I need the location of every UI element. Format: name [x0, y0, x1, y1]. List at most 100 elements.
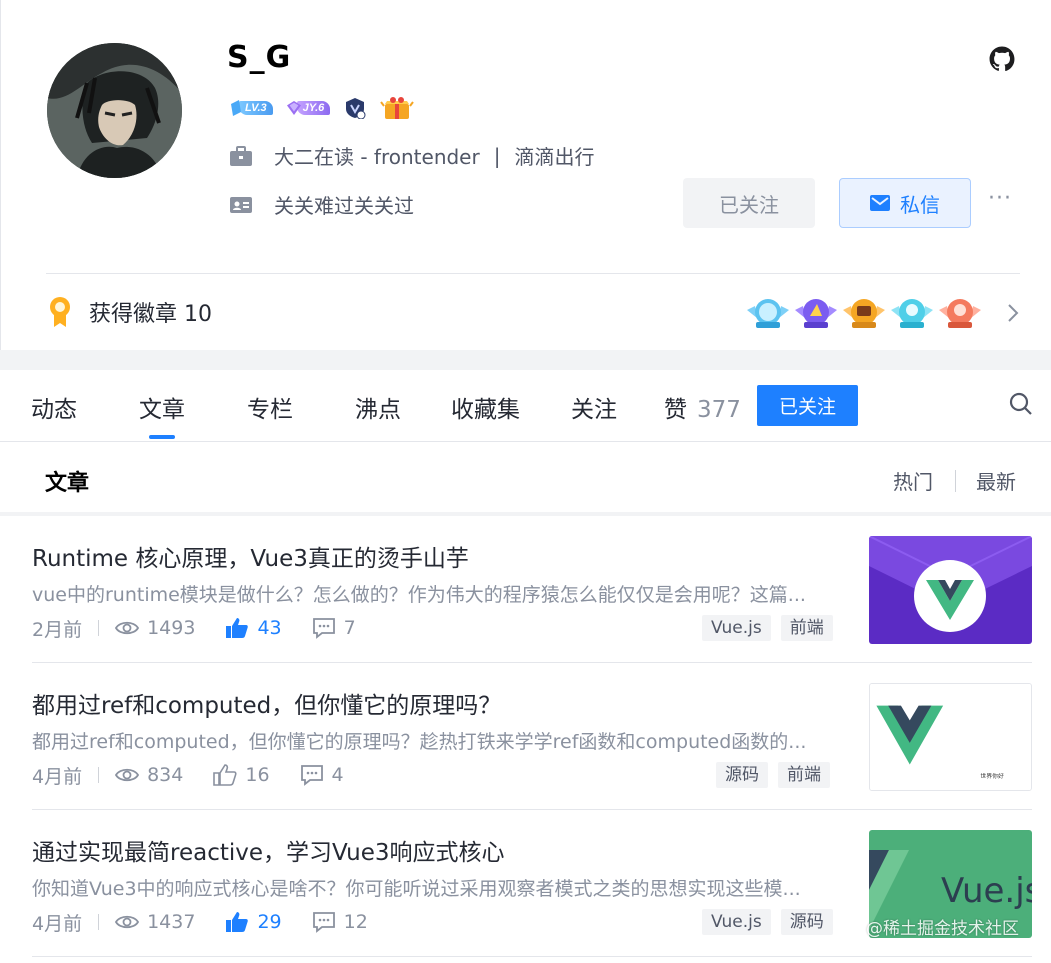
article-tag[interactable]: Vue.js [702, 615, 771, 641]
tab-articles[interactable]: 文章 [139, 390, 185, 424]
jy-badge-label: JY.6 [296, 101, 331, 115]
list-header: 文章 热门 最新 [0, 442, 1051, 514]
badge-icon [747, 299, 789, 328]
thumbnail-caption: 世界你好 [980, 772, 1004, 780]
like-count-value: 16 [245, 764, 270, 786]
article-title[interactable]: 都用过ref和computed，但你懂它的原理吗？ [32, 686, 501, 720]
tab-likes-count: 377 [697, 397, 741, 423]
divider [46, 273, 1020, 274]
tab-likes-label: 赞 [664, 397, 687, 423]
comment-count[interactable]: 12 [312, 911, 368, 933]
article-item[interactable]: 都用过ref和computed，但你懂它的原理吗？ 都用过ref和compute… [0, 663, 1051, 810]
search-icon[interactable] [1009, 392, 1033, 416]
chevron-right-icon[interactable] [1006, 303, 1020, 323]
job-title: 大二在读 - frontender [274, 145, 480, 169]
article-title[interactable]: Runtime 核心原理，Vue3真正的烫手山芋 [32, 539, 469, 573]
article-abstract[interactable]: vue中的runtime模块是做什么？怎么做的？作为伟大的程序猿怎么能仅仅是会用… [32, 580, 822, 607]
meta-divider [98, 914, 100, 930]
medal-icon [50, 297, 70, 327]
comment-count[interactable]: 7 [312, 617, 356, 639]
comment-count-value: 4 [331, 764, 344, 786]
sort-hot[interactable]: 热门 [893, 466, 933, 495]
article-meta: 2月前 1493 43 7 [32, 616, 386, 641]
view-count-value: 1437 [147, 911, 196, 933]
message-button[interactable]: 私信 [839, 178, 971, 228]
comment-icon [300, 765, 323, 786]
username: S_G [227, 40, 292, 75]
gift-badge-icon[interactable] [380, 96, 415, 120]
article-tag[interactable]: 源码 [780, 909, 833, 935]
article-date: 4月前 [32, 765, 83, 788]
tab-collections[interactable]: 收藏集 [451, 390, 520, 424]
article-abstract[interactable]: 你知道Vue3中的响应式核心是啥不？你可能听说过采用观察者模式之类的思想实现这些… [32, 874, 822, 901]
tab-likes[interactable]: 赞 377 [664, 390, 741, 424]
article-tag[interactable]: 前端 [780, 615, 833, 641]
eye-icon [115, 621, 140, 635]
article-item[interactable]: Runtime 核心原理，Vue3真正的烫手山芋 vue中的runtime模块是… [0, 516, 1051, 663]
view-count-value: 834 [147, 764, 184, 786]
vip-shield-icon[interactable] [344, 97, 366, 119]
article-thumbnail[interactable] [869, 536, 1032, 644]
tab-pins[interactable]: 沸点 [355, 390, 401, 424]
jy-mark-icon [286, 101, 301, 115]
badges-summary[interactable]: 获得徽章 10 [47, 296, 212, 328]
more-icon[interactable]: ··· [988, 186, 1012, 211]
github-icon[interactable] [989, 46, 1015, 72]
article-meta: 4月前 1437 29 12 [32, 910, 398, 935]
view-count: 834 [115, 764, 183, 786]
mail-icon [870, 195, 890, 211]
view-count: 1493 [115, 617, 195, 639]
article-tags: Vue.js 源码 [702, 909, 833, 935]
level-badge[interactable]: LV.3 [229, 99, 273, 117]
comment-icon [312, 912, 335, 933]
badges-count-label: 获得徽章 10 [89, 302, 212, 327]
thumbs-up-icon [213, 764, 237, 786]
sort-newest[interactable]: 最新 [976, 466, 1016, 495]
vue-logo-image [869, 536, 1032, 644]
article-thumbnail[interactable]: 世界你好 [869, 683, 1032, 791]
article-abstract[interactable]: 都用过ref和computed，但你懂它的原理吗？趁热打铁来学学ref函数和co… [32, 727, 822, 754]
badge-icon [939, 299, 981, 328]
comment-count-value: 12 [343, 911, 368, 933]
view-count-value: 1493 [147, 617, 196, 639]
view-count: 1437 [115, 911, 195, 933]
badge-icons[interactable] [747, 296, 981, 330]
article-tags: 源码 前端 [716, 762, 830, 788]
site-watermark: @稀土掘金技术社区 [866, 919, 1019, 939]
company: 滴滴出行 [514, 145, 595, 169]
article-list: Runtime 核心原理，Vue3真正的烫手山芋 vue中的runtime模块是… [0, 516, 1051, 963]
tab-activity[interactable]: 动态 [31, 390, 77, 424]
level-badges: LV.3 JY.6 [229, 96, 415, 120]
message-button-label: 私信 [900, 192, 940, 217]
thumbnail-caption: Vue.js [941, 871, 1032, 911]
tab-followed-button[interactable]: 已关注 [757, 385, 858, 426]
tab-columns[interactable]: 专栏 [247, 390, 293, 424]
comment-count[interactable]: 4 [300, 764, 344, 786]
followed-button[interactable]: 已关注 [683, 178, 815, 228]
article-tag[interactable]: 源码 [716, 762, 768, 788]
article-date: 4月前 [32, 912, 83, 935]
level-mark-icon [231, 100, 241, 116]
thumbs-up-icon [226, 912, 249, 932]
article-date: 2月前 [32, 618, 83, 641]
like-count[interactable]: 29 [225, 911, 282, 933]
like-count[interactable]: 43 [225, 617, 282, 639]
like-count-value: 43 [257, 617, 282, 639]
article-title[interactable]: 通过实现最简reactive，学习Vue3响应式核心 [32, 833, 505, 867]
article-tag[interactable]: Vue.js [702, 909, 771, 935]
vue-logo-image: 世界你好 [870, 684, 1031, 790]
thumbs-up-icon [226, 618, 249, 638]
avatar[interactable] [47, 43, 182, 178]
bio-row: 关关难过关关过 [229, 190, 414, 219]
jy-badge[interactable]: JY.6 [286, 99, 331, 117]
article-tag[interactable]: 前端 [778, 762, 830, 788]
badge-icon [795, 299, 837, 328]
like-count[interactable]: 16 [213, 764, 270, 786]
sort-divider [955, 469, 956, 492]
article-tags: Vue.js 前端 [702, 615, 833, 641]
eye-icon [115, 768, 140, 782]
profile-card: S_G LV.3 JY.6 大二在读 - frontender | 滴滴出行 关… [0, 0, 1051, 350]
tab-following[interactable]: 关注 [571, 390, 617, 424]
eye-icon [115, 915, 140, 929]
sort-options: 热门 最新 [893, 466, 1016, 495]
